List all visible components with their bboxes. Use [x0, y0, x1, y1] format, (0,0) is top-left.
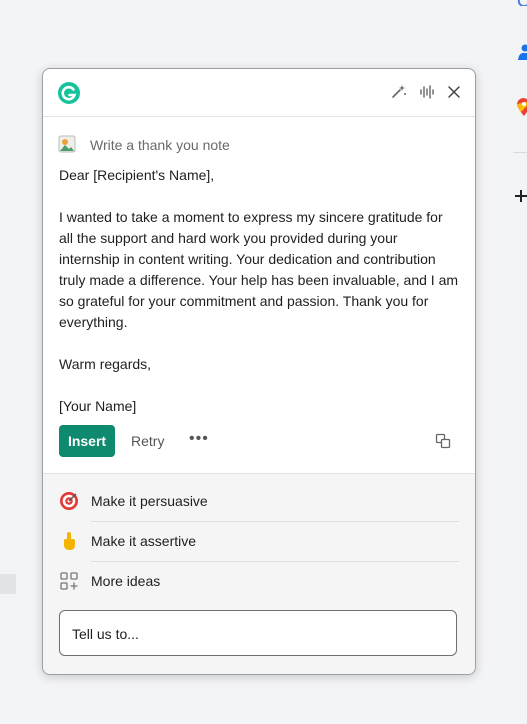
- grid-plus-icon: [60, 572, 78, 590]
- generated-letter: Dear [Recipient's Name], I wanted to tak…: [59, 165, 459, 417]
- suggestion-make-assertive[interactable]: Make it assertive: [59, 521, 459, 561]
- sparkle-icon[interactable]: [390, 83, 408, 101]
- background-app-icon[interactable]: [517, 0, 527, 6]
- image-prompt-icon: [58, 135, 76, 153]
- tell-us-input[interactable]: Tell us to...: [59, 610, 457, 656]
- suggestion-label: Make it assertive: [91, 533, 197, 549]
- add-icon[interactable]: [515, 189, 527, 203]
- suggestions-list: Make it persuasive Make it assertive Mor…: [43, 473, 475, 674]
- suggestion-label: More ideas: [91, 573, 161, 589]
- action-bar: Insert Retry •••: [59, 425, 459, 457]
- letter-body: I wanted to take a moment to express my …: [59, 209, 459, 330]
- sidebar-divider: [513, 152, 527, 153]
- suggestion-make-persuasive[interactable]: Make it persuasive: [59, 481, 459, 521]
- letter-signature: [Your Name]: [59, 398, 137, 414]
- suggestion-more-ideas[interactable]: More ideas: [59, 561, 459, 601]
- retry-button[interactable]: Retry: [131, 425, 164, 457]
- panel-header: [43, 69, 475, 117]
- voice-icon[interactable]: [418, 83, 436, 101]
- close-icon[interactable]: [445, 83, 463, 101]
- grammarly-assistant-panel: Write a thank you note Dear [Recipient's…: [42, 68, 476, 675]
- more-options-button[interactable]: •••: [189, 425, 209, 457]
- target-icon: [60, 492, 78, 510]
- contacts-icon[interactable]: [518, 44, 527, 60]
- maps-icon[interactable]: [517, 98, 527, 116]
- letter-closing: Warm regards,: [59, 356, 152, 372]
- grammarly-logo-icon: [58, 82, 80, 104]
- background-sidebar: [513, 0, 527, 724]
- background-chip: [0, 574, 16, 594]
- suggestion-label: Make it persuasive: [91, 493, 208, 509]
- pointing-hand-icon: [64, 532, 75, 550]
- letter-greeting: Dear [Recipient's Name],: [59, 167, 215, 183]
- insert-button[interactable]: Insert: [59, 425, 115, 457]
- prompt-text: Write a thank you note: [90, 137, 230, 153]
- copy-icon[interactable]: [435, 433, 451, 449]
